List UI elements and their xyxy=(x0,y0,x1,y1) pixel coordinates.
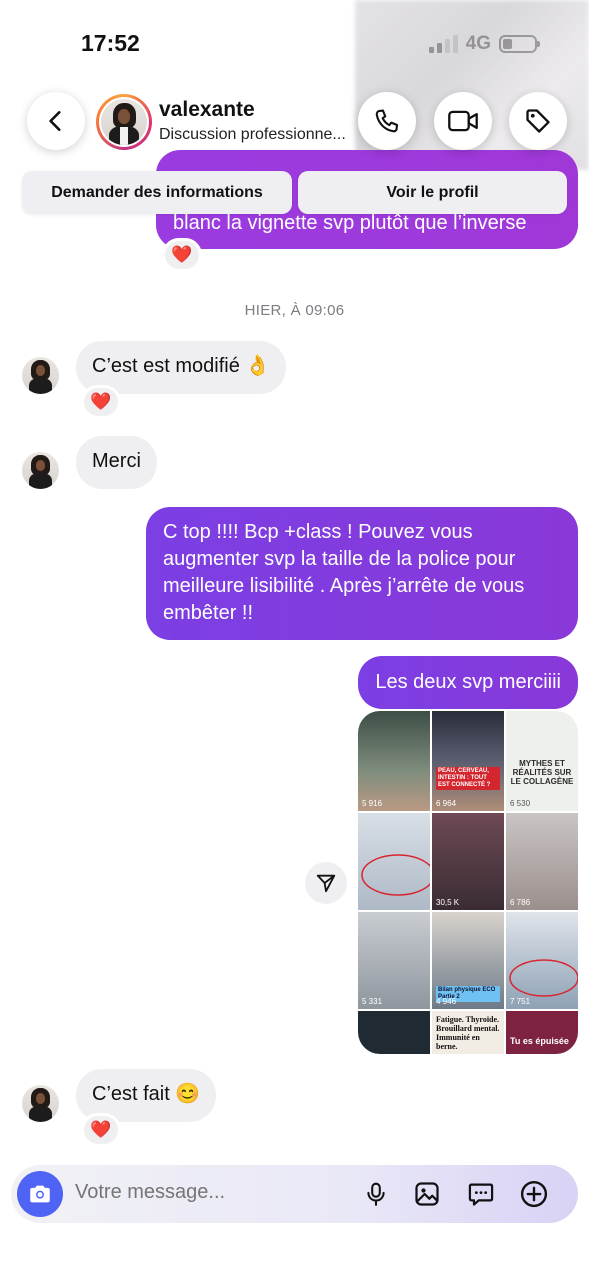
post-thumbnail[interactable]: MYTHES ET RÉALITÉS SUR LE COLLAGÈNE 6 53… xyxy=(506,711,578,811)
heart-reaction[interactable]: ❤️ xyxy=(81,385,121,419)
post-caption: Fatigue. Thyroïde. Brouillard mental. Im… xyxy=(436,1015,500,1051)
microphone-icon xyxy=(367,1182,385,1206)
avatar[interactable] xyxy=(22,452,59,489)
view-profile-button[interactable]: Voir le profil xyxy=(298,171,567,214)
post-thumbnail[interactable]: 7 751 xyxy=(506,912,578,1009)
add-button[interactable] xyxy=(518,1178,550,1210)
post-caption: Tu es épuisée xyxy=(510,1036,569,1046)
view-count: 5 331 xyxy=(362,997,383,1006)
video-call-button[interactable] xyxy=(434,92,492,150)
avatar[interactable] xyxy=(22,1085,59,1122)
plus-circle-icon xyxy=(520,1180,548,1208)
heart-icon: ❤️ xyxy=(90,392,112,411)
send-icon xyxy=(316,874,336,893)
avatar[interactable] xyxy=(96,94,152,150)
heart-reaction[interactable]: ❤️ xyxy=(81,1113,121,1147)
view-count: 30,5 K xyxy=(436,898,460,907)
circle-annotation xyxy=(361,854,430,896)
message-text: Les deux svp merciiii xyxy=(375,671,561,693)
post-thumbnail[interactable]: 30,5 K xyxy=(432,813,504,910)
gallery-button[interactable] xyxy=(411,1178,443,1210)
message-text: C’est fait 😊 xyxy=(92,1083,201,1105)
tag-icon xyxy=(526,109,550,133)
message-input[interactable] xyxy=(75,1181,345,1204)
post-thumbnail[interactable] xyxy=(358,813,430,910)
heart-icon: ❤️ xyxy=(90,1120,112,1139)
message-bubble-incoming[interactable]: Merci xyxy=(76,436,157,489)
tag-button[interactable] xyxy=(509,92,567,150)
message-bubble-outgoing[interactable]: Les deux svp merciiii xyxy=(358,656,578,709)
avatar[interactable] xyxy=(22,357,59,394)
view-count: 6 530 xyxy=(510,799,531,808)
post-thumbnail[interactable]: 5 331 xyxy=(358,912,430,1009)
phone-icon xyxy=(375,109,399,133)
chevron-left-icon xyxy=(49,111,61,131)
post-thumbnail[interactable]: 6 786 xyxy=(506,813,578,910)
chat-bubble-icon xyxy=(468,1183,494,1206)
saved-replies-button[interactable] xyxy=(465,1178,497,1210)
camera-button[interactable] xyxy=(17,1171,63,1217)
heart-reaction[interactable]: ❤️ xyxy=(162,238,202,272)
microphone-button[interactable] xyxy=(360,1178,392,1210)
chat-subtitle[interactable]: Discussion professionne... xyxy=(159,126,355,144)
video-icon xyxy=(448,110,478,132)
view-count: 5 916 xyxy=(362,799,383,808)
message-text: Merci xyxy=(92,450,141,472)
post-thumbnail[interactable]: PEAU, CERVEAU, INTESTIN : TOUT EST CONNE… xyxy=(432,711,504,811)
view-count: 6 786 xyxy=(510,898,531,907)
heart-icon: ❤️ xyxy=(171,245,193,264)
message-composer xyxy=(11,1165,578,1223)
back-button[interactable] xyxy=(27,92,85,150)
message-text: C top !!!! Bcp +class ! Pouvez vous augm… xyxy=(163,521,525,624)
post-thumbnail[interactable]: Tu es épuisée xyxy=(506,1011,578,1054)
message-bubble-outgoing[interactable]: C top !!!! Bcp +class ! Pouvez vous augm… xyxy=(146,507,578,640)
view-count: 6 964 xyxy=(436,799,457,808)
post-caption: MYTHES ET RÉALITÉS SUR LE COLLAGÈNE xyxy=(510,759,574,786)
post-thumbnail[interactable]: 5 916 xyxy=(358,711,430,811)
post-thumbnail[interactable] xyxy=(358,1011,430,1054)
post-thumbnail[interactable]: Fatigue. Thyroïde. Brouillard mental. Im… xyxy=(432,1011,504,1054)
image-icon xyxy=(415,1182,439,1206)
date-separator: HIER, À 09:06 xyxy=(244,302,345,319)
shared-post[interactable]: 5 916 PEAU, CERVEAU, INTESTIN : TOUT EST… xyxy=(358,711,578,1054)
message-text: blanc la vignette svp plutôt que l’inver… xyxy=(173,212,527,234)
post-caption: PEAU, CERVEAU, INTESTIN : TOUT EST CONNE… xyxy=(436,767,500,790)
circle-annotation xyxy=(509,959,578,997)
share-button[interactable] xyxy=(305,862,347,904)
chat-username[interactable]: valexante xyxy=(159,98,255,122)
status-time: 17:52 xyxy=(81,30,140,56)
message-text: C’est est modifié 👌 xyxy=(92,355,271,377)
view-count: 7 751 xyxy=(510,997,531,1006)
camera-icon xyxy=(30,1185,50,1203)
request-info-button[interactable]: Demander des informations xyxy=(22,171,292,214)
call-button[interactable] xyxy=(358,92,416,150)
view-count: 4 946 xyxy=(436,997,457,1006)
post-thumbnail[interactable]: Bilan physique ECO Partie 2 4 946 xyxy=(432,912,504,1009)
